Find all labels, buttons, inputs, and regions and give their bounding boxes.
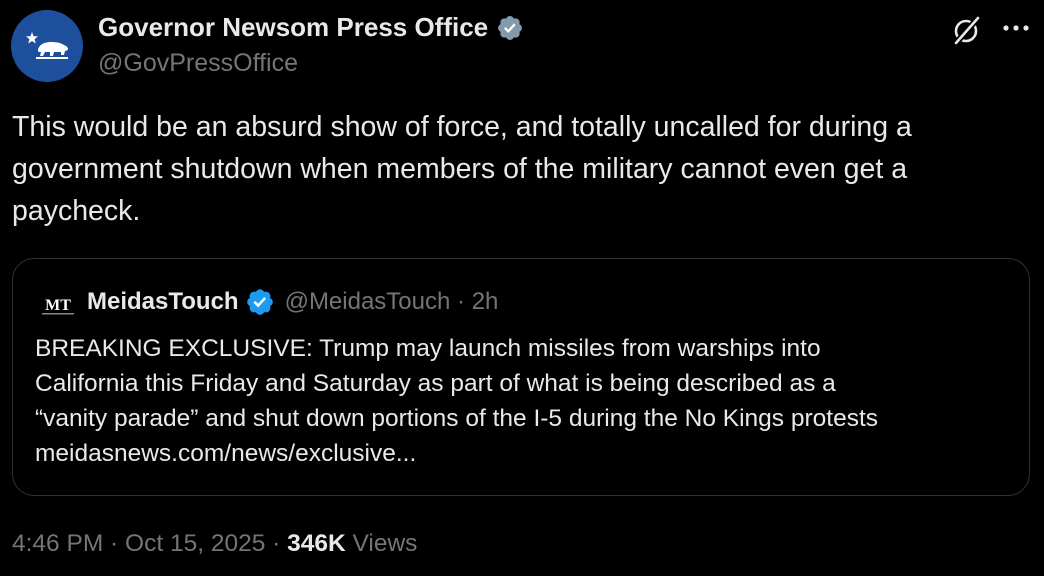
- footer-separator: ·: [103, 530, 126, 557]
- quote-author-name: MeidasTouch: [87, 288, 239, 315]
- quote-separator: ·: [450, 288, 472, 315]
- quote-text: BREAKING EXCLUSIVE: Trump may launch mis…: [35, 335, 879, 467]
- quote-time: 2h: [471, 288, 499, 315]
- california-bear-icon: [26, 32, 68, 59]
- tweet-date[interactable]: Oct 15, 2025: [125, 530, 265, 557]
- verified-badge-icon: [245, 287, 275, 317]
- views-count[interactable]: 346K: [287, 530, 346, 557]
- quote-author-handle: @MeidasTouch: [284, 288, 451, 315]
- quote-author-avatar: MT: [37, 285, 79, 327]
- views-label: Views: [345, 530, 418, 557]
- tweet: Governor Newsom Press Office @GovPressOf…: [0, 0, 1044, 576]
- quoted-tweet[interactable]: MT MeidasTouch @MeidasTouch · 2h BREAKIN…: [12, 258, 1030, 496]
- author-avatar[interactable]: [11, 10, 83, 82]
- quote-avatar-text: MT: [45, 297, 71, 314]
- verified-badge-icon[interactable]: [496, 14, 524, 42]
- footer-separator: ·: [265, 530, 288, 557]
- quote-author-line: MeidasTouch @MeidasTouch · 2h: [87, 287, 498, 317]
- grok-slash-icon[interactable]: [951, 14, 983, 46]
- tweet-text: This would be an absurd show of force, a…: [12, 111, 912, 227]
- tweet-footer: 4:46 PM · Oct 15, 2025 · 346K Views: [12, 530, 417, 558]
- more-horizontal-icon[interactable]: [998, 10, 1034, 46]
- author-name[interactable]: Governor Newsom Press Office: [98, 12, 524, 43]
- author-name-text[interactable]: Governor Newsom Press Office: [98, 12, 488, 43]
- tweet-time[interactable]: 4:46 PM: [12, 530, 103, 557]
- quote-meta: @MeidasTouch · 2h: [285, 288, 499, 316]
- author-handle[interactable]: @GovPressOffice: [98, 49, 298, 78]
